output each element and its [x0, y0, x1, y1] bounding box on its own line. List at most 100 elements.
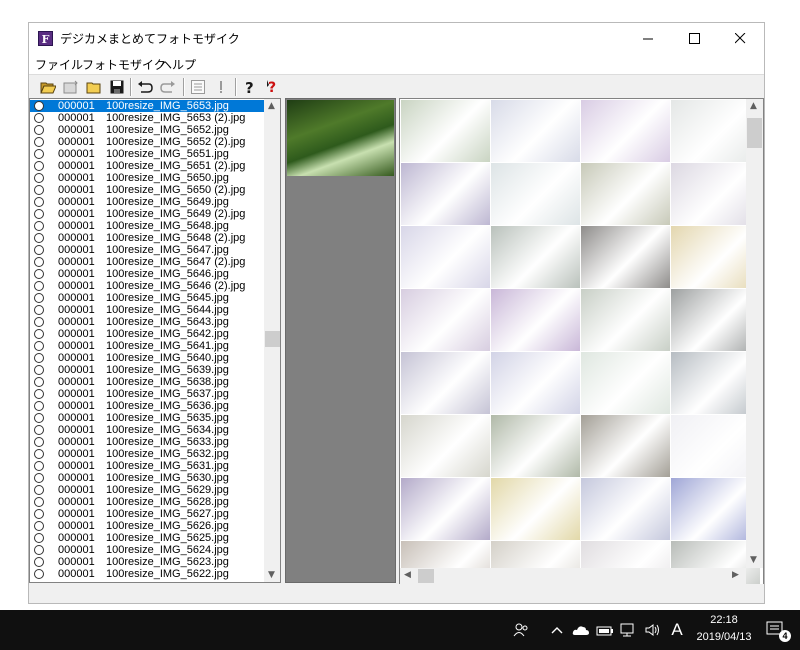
list-item[interactable]: 000001 100resize_IMG_5635.jpg	[30, 412, 265, 424]
scroll-up-icon[interactable]: ▲	[268, 101, 275, 111]
radio-icon[interactable]	[34, 113, 44, 123]
radio-icon[interactable]	[34, 173, 44, 183]
radio-icon[interactable]	[34, 389, 44, 399]
list-item[interactable]: 000001 100resize_IMG_5631.jpg	[30, 460, 265, 472]
radio-icon[interactable]	[34, 497, 44, 507]
radio-icon[interactable]	[34, 281, 44, 291]
radio-icon[interactable]	[34, 449, 44, 459]
radio-icon[interactable]	[34, 569, 44, 579]
title-bar[interactable]: F デジカメまとめてフォトモザイク	[29, 23, 764, 54]
help-icon[interactable]: ?	[241, 78, 259, 96]
scroll-thumb[interactable]	[265, 331, 280, 347]
list-item[interactable]: 000001 100resize_IMG_5647.jpg	[30, 244, 265, 256]
radio-icon[interactable]	[34, 425, 44, 435]
people-icon[interactable]	[510, 610, 532, 650]
ime-indicator[interactable]: A	[666, 610, 688, 650]
list-item[interactable]: 000001 100resize_IMG_5640.jpg	[30, 352, 265, 364]
radio-icon[interactable]	[34, 197, 44, 207]
app-icon[interactable]: F	[38, 31, 53, 46]
list-item[interactable]: 000001 100resize_IMG_5626.jpg	[30, 520, 265, 532]
minimize-button[interactable]	[625, 23, 671, 54]
list-item[interactable]: 000001 100resize_IMG_5632.jpg	[30, 448, 265, 460]
radio-icon[interactable]	[34, 365, 44, 375]
save-icon[interactable]	[108, 78, 126, 96]
new-image-icon[interactable]	[62, 78, 80, 96]
radio-icon[interactable]	[34, 149, 44, 159]
list-item[interactable]: 000001 100resize_IMG_5647 (2).jpg	[30, 256, 265, 268]
list-item[interactable]: 000001 100resize_IMG_5645.jpg	[30, 292, 265, 304]
radio-icon[interactable]	[34, 245, 44, 255]
radio-icon[interactable]	[34, 533, 44, 543]
list-item[interactable]: 000001 100resize_IMG_5637.jpg	[30, 388, 265, 400]
close-button[interactable]	[717, 23, 763, 54]
radio-icon[interactable]	[34, 353, 44, 363]
radio-icon[interactable]	[34, 461, 44, 471]
radio-icon[interactable]	[34, 317, 44, 327]
radio-icon[interactable]	[34, 305, 44, 315]
list-item[interactable]: 000001 100resize_IMG_5649.jpg	[30, 196, 265, 208]
list-item[interactable]: 000001 100resize_IMG_5634.jpg	[30, 424, 265, 436]
notification-center[interactable]: 4	[762, 610, 792, 650]
list-item[interactable]: 000001 100resize_IMG_5642.jpg	[30, 328, 265, 340]
battery-icon[interactable]	[595, 610, 615, 650]
radio-icon[interactable]	[34, 209, 44, 219]
radio-icon[interactable]	[34, 125, 44, 135]
scroll-down-icon[interactable]: ▼	[268, 570, 275, 580]
radio-icon[interactable]	[34, 221, 44, 231]
list-item[interactable]: 000001 100resize_IMG_5622.jpg	[30, 568, 265, 580]
list-item[interactable]: 000001 100resize_IMG_5653.jpg	[30, 100, 265, 112]
mosaic-horizontal-scrollbar[interactable]: ◀ ▶	[400, 568, 746, 584]
list-item[interactable]: 000001 100resize_IMG_5636.jpg	[30, 400, 265, 412]
radio-icon[interactable]	[34, 557, 44, 567]
list-item[interactable]: 000001 100resize_IMG_5624.jpg	[30, 544, 265, 556]
list-item[interactable]: 000001 100resize_IMG_5650 (2).jpg	[30, 184, 265, 196]
volume-icon[interactable]	[642, 610, 664, 650]
list-item[interactable]: 000001 100resize_IMG_5639.jpg	[30, 364, 265, 376]
radio-icon[interactable]	[34, 413, 44, 423]
menu-file[interactable]: ファイル	[35, 56, 83, 73]
scroll-right-icon[interactable]: ▶	[732, 570, 739, 580]
list-item[interactable]: 000001 100resize_IMG_5633.jpg	[30, 436, 265, 448]
list-item[interactable]: 000001 100resize_IMG_5651.jpg	[30, 148, 265, 160]
network-icon[interactable]	[618, 610, 638, 650]
file-list[interactable]: 000001 100resize_IMG_5653.jpg 000001 100res…	[29, 98, 281, 583]
list-item[interactable]: 000001 100resize_IMG_5630.jpg	[30, 472, 265, 484]
list-icon[interactable]	[189, 78, 207, 96]
chevron-up-icon[interactable]	[548, 610, 566, 650]
radio-icon[interactable]	[34, 473, 44, 483]
list-item[interactable]: 000001 100resize_IMG_5651 (2).jpg	[30, 160, 265, 172]
file-list-scrollbar[interactable]: ▲ ▼	[264, 99, 280, 582]
mosaic-view[interactable]: ▲ ▼ ◀ ▶	[399, 98, 764, 585]
undo-icon[interactable]	[136, 78, 154, 96]
list-item[interactable]: 000001 100resize_IMG_5653 (2).jpg	[30, 112, 265, 124]
list-item[interactable]: 000001 100resize_IMG_5643.jpg	[30, 316, 265, 328]
menu-help[interactable]: ヘルプ	[160, 56, 196, 73]
folder-icon[interactable]	[85, 78, 103, 96]
list-item[interactable]: 000001 100resize_IMG_5641.jpg	[30, 340, 265, 352]
scroll-left-icon[interactable]: ◀	[404, 570, 411, 580]
list-item[interactable]: 000001 100resize_IMG_5627.jpg	[30, 508, 265, 520]
radio-icon[interactable]	[34, 329, 44, 339]
radio-icon[interactable]	[34, 377, 44, 387]
onedrive-icon[interactable]	[570, 610, 592, 650]
radio-icon[interactable]	[34, 257, 44, 267]
scroll-thumb[interactable]	[747, 118, 762, 148]
list-item[interactable]: 000001 100resize_IMG_5646 (2).jpg	[30, 280, 265, 292]
radio-icon[interactable]	[34, 485, 44, 495]
radio-icon[interactable]	[34, 101, 44, 111]
radio-icon[interactable]	[34, 233, 44, 243]
clock-time[interactable]: 22:18	[696, 614, 752, 626]
radio-icon[interactable]	[34, 137, 44, 147]
mosaic-vertical-scrollbar[interactable]: ▲ ▼	[746, 99, 763, 568]
list-item[interactable]: 000001 100resize_IMG_5629.jpg	[30, 484, 265, 496]
list-item[interactable]: 000001 100resize_IMG_5652 (2).jpg	[30, 136, 265, 148]
redo-icon[interactable]	[159, 78, 177, 96]
list-item[interactable]: 000001 100resize_IMG_5646.jpg	[30, 268, 265, 280]
list-item[interactable]: 000001 100resize_IMG_5644.jpg	[30, 304, 265, 316]
radio-icon[interactable]	[34, 185, 44, 195]
list-item[interactable]: 000001 100resize_IMG_5638.jpg	[30, 376, 265, 388]
radio-icon[interactable]	[34, 341, 44, 351]
list-item[interactable]: 000001 100resize_IMG_5649 (2).jpg	[30, 208, 265, 220]
radio-icon[interactable]	[34, 509, 44, 519]
radio-icon[interactable]	[34, 401, 44, 411]
